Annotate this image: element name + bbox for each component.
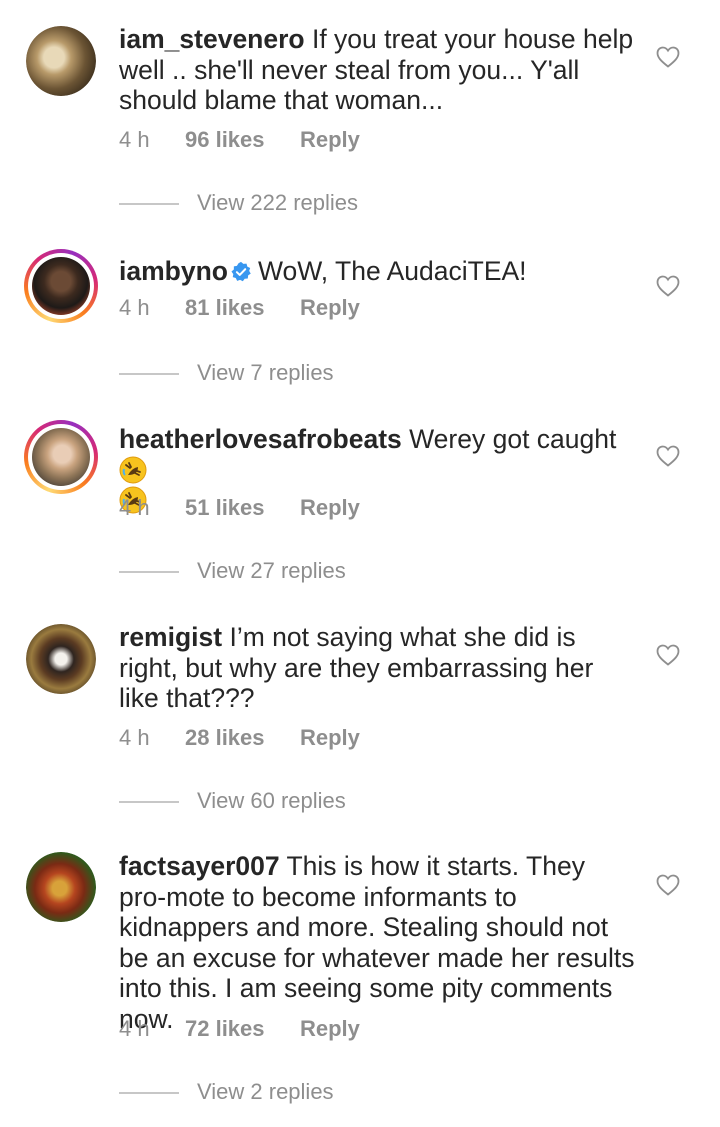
comment-meta: 4 h 51 likes Reply bbox=[119, 495, 360, 521]
avatar-image bbox=[26, 26, 96, 96]
replies-divider bbox=[119, 571, 179, 574]
likes-count[interactable]: 28 likes bbox=[185, 725, 300, 751]
view-replies-label: View 60 replies bbox=[197, 788, 346, 813]
reply-button[interactable]: Reply bbox=[300, 1016, 360, 1042]
replies-divider bbox=[119, 203, 179, 206]
view-replies-link[interactable]: View 60 replies bbox=[119, 788, 346, 814]
avatar[interactable] bbox=[24, 420, 98, 494]
view-replies-link[interactable]: View 27 replies bbox=[119, 558, 346, 584]
reply-button[interactable]: Reply bbox=[300, 725, 360, 751]
reply-button[interactable]: Reply bbox=[300, 127, 360, 153]
replies-divider bbox=[119, 373, 179, 376]
reply-button[interactable]: Reply bbox=[300, 295, 360, 321]
likes-count[interactable]: 72 likes bbox=[185, 1016, 300, 1042]
comment-time: 4 h bbox=[119, 495, 150, 520]
comment-time: 4 h bbox=[119, 127, 150, 152]
replies-divider bbox=[119, 1092, 179, 1095]
comment-time: 4 h bbox=[119, 725, 150, 750]
heart-icon[interactable] bbox=[656, 644, 680, 666]
avatar[interactable] bbox=[26, 852, 96, 922]
avatar[interactable] bbox=[26, 26, 96, 96]
comment-body: Werey got caught bbox=[401, 424, 617, 454]
comment-text: iambyno WoW, The AudaciTEA! bbox=[119, 256, 639, 287]
view-replies-link[interactable]: View 222 replies bbox=[119, 190, 358, 216]
comment-username[interactable]: remigist bbox=[119, 622, 222, 652]
comment-text: factsayer007 This is how it starts. They… bbox=[119, 851, 639, 1034]
avatar[interactable] bbox=[24, 249, 98, 323]
comment-time: 4 h bbox=[119, 1016, 150, 1041]
comment-body: WoW, The AudaciTEA! bbox=[257, 256, 527, 286]
replies-divider bbox=[119, 801, 179, 804]
avatar-image bbox=[32, 257, 90, 315]
heart-icon[interactable] bbox=[656, 445, 680, 467]
comment-username[interactable]: iambyno bbox=[119, 256, 228, 286]
comment-meta: 4 h 81 likes Reply bbox=[119, 295, 360, 321]
comment-meta: 4 h 96 likes Reply bbox=[119, 127, 360, 153]
avatar-image bbox=[26, 624, 96, 694]
comment-username[interactable]: heatherlovesafrobeats bbox=[119, 424, 402, 454]
comment-username[interactable]: iam_stevenero bbox=[119, 24, 305, 54]
heart-icon[interactable] bbox=[656, 275, 680, 297]
comment-meta: 4 h 28 likes Reply bbox=[119, 725, 360, 751]
avatar-image bbox=[32, 428, 90, 486]
view-replies-label: View 2 replies bbox=[197, 1079, 334, 1104]
comment-text: remigist I’m not saying what she did is … bbox=[119, 622, 639, 714]
view-replies-label: View 222 replies bbox=[197, 190, 359, 215]
comment-meta: 4 h 72 likes Reply bbox=[119, 1016, 360, 1042]
comment-username[interactable]: factsayer007 bbox=[119, 851, 280, 881]
avatar-image bbox=[26, 852, 96, 922]
reply-button[interactable]: Reply bbox=[300, 495, 360, 521]
view-replies-label: View 27 replies bbox=[197, 558, 346, 583]
avatar[interactable] bbox=[26, 624, 96, 694]
comment-time: 4 h bbox=[119, 295, 150, 320]
view-replies-link[interactable]: View 7 replies bbox=[119, 360, 334, 386]
likes-count[interactable]: 96 likes bbox=[185, 127, 300, 153]
likes-count[interactable]: 51 likes bbox=[185, 495, 300, 521]
comment-text: iam_stevenero If you treat your house he… bbox=[119, 24, 639, 116]
heart-icon[interactable] bbox=[656, 874, 680, 896]
view-replies-label: View 7 replies bbox=[197, 360, 334, 385]
view-replies-link[interactable]: View 2 replies bbox=[119, 1079, 334, 1105]
verified-badge-icon bbox=[231, 261, 251, 282]
likes-count[interactable]: 81 likes bbox=[185, 295, 300, 321]
heart-icon[interactable] bbox=[656, 46, 680, 68]
rolling-laughing-emoji-icon bbox=[119, 456, 147, 483]
